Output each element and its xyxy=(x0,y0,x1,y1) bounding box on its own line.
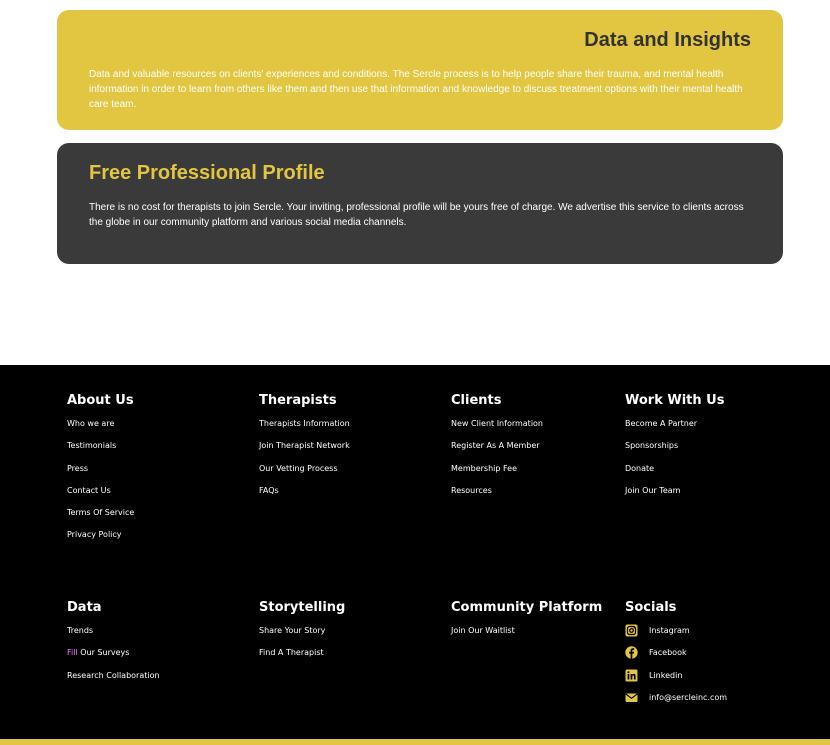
footer-about-heading: About Us xyxy=(67,393,134,408)
footer-link-our-surveys-label: Our Surveys xyxy=(80,648,130,658)
footer-storytelling-column: Storytelling Share Your Story Find A The… xyxy=(259,600,345,671)
footer-link-contact-us[interactable]: Contact Us xyxy=(67,486,111,495)
footer-link-our-surveys[interactable]: Fill Our Surveys xyxy=(67,648,160,670)
footer-link-vetting-process[interactable]: Our Vetting Process xyxy=(259,464,338,473)
footer-work-column: Work With Us Become A Partner Sponsorshi… xyxy=(625,393,724,508)
footer-link-faqs[interactable]: FAQs xyxy=(259,486,279,495)
footer-clients-column: Clients New Client Information Register … xyxy=(451,393,543,508)
footer-link-therapists-information[interactable]: Therapists Information xyxy=(259,419,350,428)
footer-bottom-bar xyxy=(0,739,830,745)
free-profile-title: Free Professional Profile xyxy=(89,162,325,184)
footer-therapists-column: Therapists Therapists Information Join T… xyxy=(259,393,350,508)
email-icon xyxy=(625,691,638,704)
footer-link-terms-of-service[interactable]: Terms Of Service xyxy=(67,508,134,517)
footer-community-column: Community Platform Join Our Waitlist xyxy=(451,600,602,648)
footer-data-heading: Data xyxy=(67,600,102,615)
footer-link-privacy-policy[interactable]: Privacy Policy xyxy=(67,530,122,539)
footer-storytelling-heading: Storytelling xyxy=(259,600,346,615)
footer-link-trends[interactable]: Trends xyxy=(67,626,93,635)
footer-about-column: About Us Who we are Testimonials Press C… xyxy=(67,393,134,553)
fill-prefix: Fill xyxy=(67,648,78,658)
linkedin-icon xyxy=(625,669,638,682)
footer-link-become-partner[interactable]: Become A Partner xyxy=(625,419,697,428)
footer-link-join-our-team[interactable]: Join Our Team xyxy=(625,486,680,495)
footer-socials-column: Socials Instagram Facebook Linkedin info… xyxy=(625,600,727,715)
instagram-icon xyxy=(625,624,638,637)
site-footer: About Us Who we are Testimonials Press C… xyxy=(0,365,830,739)
footer-link-press[interactable]: Press xyxy=(67,464,88,473)
footer-clients-heading: Clients xyxy=(451,393,502,408)
footer-link-find-therapist[interactable]: Find A Therapist xyxy=(259,648,324,657)
footer-link-join-therapist-network[interactable]: Join Therapist Network xyxy=(259,441,350,450)
data-insights-body: Data and valuable resources on clients' … xyxy=(89,69,743,110)
footer-link-join-waitlist[interactable]: Join Our Waitlist xyxy=(451,626,515,635)
social-facebook-link[interactable]: Facebook xyxy=(625,646,727,670)
footer-link-new-client-information[interactable]: New Client Information xyxy=(451,419,543,428)
footer-socials-heading: Socials xyxy=(625,600,677,615)
free-profile-body: There is no cost for therapists to join … xyxy=(89,202,744,228)
footer-link-research-collaboration[interactable]: Research Collaboration xyxy=(67,671,160,680)
facebook-icon xyxy=(625,646,638,660)
footer-data-column: Data Trends Fill Our Surveys Research Co… xyxy=(67,600,160,693)
free-profile-card: Free Professional Profile There is no co… xyxy=(57,143,783,264)
footer-therapists-heading: Therapists xyxy=(259,393,337,408)
data-insights-title: Data and Insights xyxy=(584,29,751,51)
social-email-label: info@sercleinc.com xyxy=(649,692,728,702)
social-linkedin-label: Linkedin xyxy=(649,670,683,680)
footer-link-register-member[interactable]: Register As A Member xyxy=(451,441,540,450)
footer-work-heading: Work With Us xyxy=(625,393,725,408)
social-facebook-label: Facebook xyxy=(649,648,687,658)
footer-link-sponsorships[interactable]: Sponsorships xyxy=(625,441,678,450)
footer-link-resources[interactable]: Resources xyxy=(451,486,492,495)
footer-link-membership-fee[interactable]: Membership Fee xyxy=(451,464,517,473)
social-instagram-link[interactable]: Instagram xyxy=(625,624,727,648)
social-email-link[interactable]: info@sercleinc.com xyxy=(625,693,727,715)
footer-link-donate[interactable]: Donate xyxy=(625,464,654,473)
data-insights-card: Data and Insights Data and valuable reso… xyxy=(57,10,783,130)
footer-link-testimonials[interactable]: Testimonials xyxy=(67,441,116,450)
footer-community-heading: Community Platform xyxy=(451,600,603,615)
social-linkedin-link[interactable]: Linkedin xyxy=(625,669,727,693)
social-instagram-label: Instagram xyxy=(649,626,690,635)
footer-link-who-we-are[interactable]: Who we are xyxy=(67,419,114,428)
footer-link-share-your-story[interactable]: Share Your Story xyxy=(259,626,325,635)
